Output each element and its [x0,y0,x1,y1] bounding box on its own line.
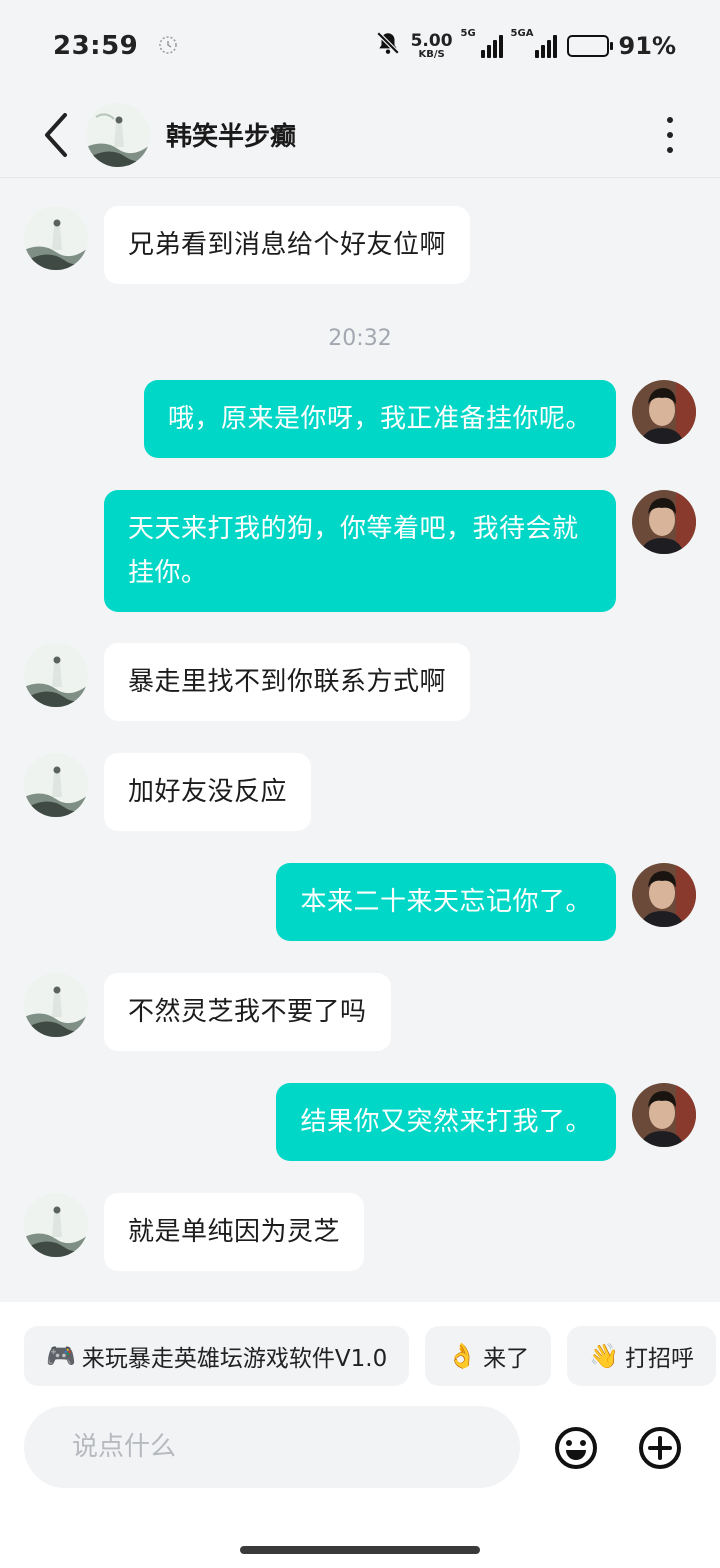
status-bar: 23:59 5.00 KB/S 5G 5GA 91% [0,0,720,92]
more-dot [667,117,673,123]
signal-icon-2: 5GA [511,28,557,58]
emoji-button[interactable] [554,1426,598,1470]
quick-reply-label: 打招呼 [624,1346,694,1372]
quick-reply-greet[interactable]: 👋 打招呼 [567,1326,716,1386]
mute-bell-icon [375,30,401,62]
add-button[interactable] [638,1426,682,1470]
incoming-message[interactable]: 兄弟看到消息给个好友位啊 [104,206,471,284]
incoming-message[interactable]: 加好友没反应 [104,753,312,831]
smiley-icon [555,1427,597,1469]
contact-message-avatar[interactable] [24,643,88,707]
contact-message-avatar[interactable] [24,753,88,817]
contact-name: 韩笑半步癫 [166,122,297,152]
contact-message-avatar[interactable] [24,1193,88,1257]
status-right: 5.00 KB/S 5G 5GA 91% [375,28,676,62]
network-speed-unit: KB/S [418,48,445,60]
chevron-left-icon [45,112,67,157]
contact-message-avatar[interactable] [24,973,88,1037]
incoming-message[interactable]: 暴走里找不到你联系方式啊 [104,643,471,721]
more-options-button[interactable] [650,110,690,160]
battery-percent: 91% [618,32,676,60]
waving-hand-icon: 👋 [589,1342,619,1370]
quick-reply-game[interactable]: 🎮 来玩暴走英雄坛游戏软件V1.0 [24,1326,410,1386]
network-speed: 5.00 KB/S [410,30,453,60]
my-avatar[interactable] [632,863,696,927]
quick-reply-coming[interactable]: 👌 来了 [425,1326,552,1386]
quick-reply-label: 来玩暴走英雄坛游戏软件V1.0 [81,1346,388,1372]
signal-1-label: 5G [460,28,476,39]
contact-message-avatar[interactable] [24,206,88,270]
quick-reply-label: 来了 [483,1346,530,1372]
message-timestamp: 20:32 [328,326,392,351]
ok-hand-icon: 👌 [447,1342,478,1370]
alarm-icon [156,32,180,60]
my-avatar[interactable] [632,380,696,444]
incoming-message[interactable]: 就是单纯因为灵芝 [104,1193,365,1271]
network-speed-value: 5.00 [410,30,453,51]
battery-icon [566,35,613,57]
plus-circle-icon [639,1427,681,1469]
more-dot [667,147,673,153]
my-avatar[interactable] [632,1083,696,1147]
signal-2-label: 5GA [510,28,534,39]
message-input[interactable] [24,1406,520,1488]
incoming-message[interactable]: 不然灵芝我不要了吗 [104,973,391,1051]
signal-icon-1: 5G [461,28,503,58]
outgoing-message[interactable]: 天天来打我的狗，你等着吧，我待会就挂你。 [104,490,616,612]
my-avatar[interactable] [632,490,696,554]
outgoing-message[interactable]: 哦，原来是你呀，我正准备挂你呢。 [143,380,616,458]
contact-avatar[interactable] [86,102,150,167]
more-dot [667,132,673,138]
clock: 23:59 [53,31,139,61]
back-button[interactable] [26,105,86,165]
outgoing-message[interactable]: 本来二十来天忘记你了。 [276,863,616,941]
chat-header: 韩笑半步癫 [0,92,720,178]
status-left: 23:59 [53,31,180,61]
home-indicator[interactable] [240,1546,480,1554]
outgoing-message[interactable]: 结果你又突然来打我了。 [276,1083,616,1161]
gamepad-icon: 🎮 [46,1342,76,1370]
quick-reply-row: 🎮 来玩暴走英雄坛游戏软件V1.0 👌 来了 👋 打招呼 [24,1326,716,1386]
composer-area: 🎮 来玩暴走英雄坛游戏软件V1.0 👌 来了 👋 打招呼 [0,1302,720,1568]
